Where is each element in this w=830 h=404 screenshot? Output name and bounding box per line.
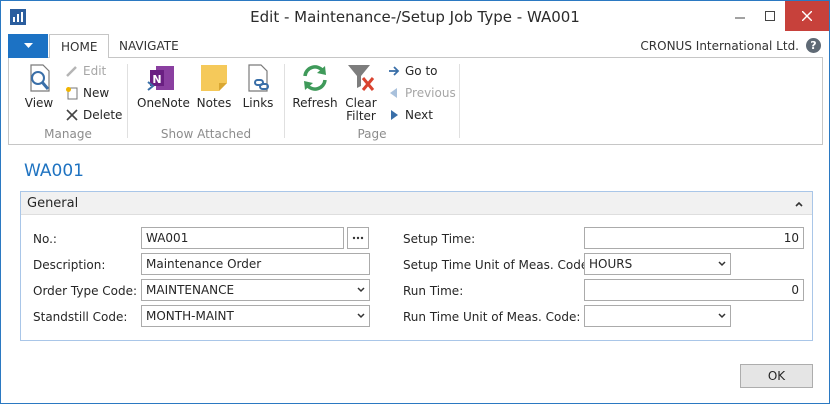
description-field[interactable]: Maintenance Order bbox=[141, 253, 370, 275]
close-button[interactable] bbox=[785, 1, 829, 31]
view-button[interactable]: View bbox=[17, 62, 61, 110]
application-menu-button[interactable] bbox=[8, 34, 48, 58]
new-button[interactable]: New bbox=[65, 84, 109, 102]
setup-time-uom-label: Setup Time Unit of Meas. Code: bbox=[403, 258, 593, 272]
pencil-icon bbox=[66, 66, 77, 77]
notes-icon bbox=[201, 65, 227, 91]
next-label: Next bbox=[405, 108, 433, 122]
ribbon-tabs: HOME NAVIGATE CRONUS International Ltd. … bbox=[8, 34, 823, 59]
clear-filter-icon bbox=[348, 65, 375, 91]
delete-icon bbox=[66, 109, 78, 121]
group-page: Refresh Clear Filter Go to Previous Next… bbox=[285, 58, 459, 144]
refresh-label: Refresh bbox=[292, 96, 338, 110]
links-icon bbox=[248, 64, 269, 92]
group-page-label: Page bbox=[357, 127, 387, 141]
go-to-label: Go to bbox=[405, 64, 438, 78]
group-manage: View Edit New Delete Manage bbox=[9, 58, 127, 144]
edit-window: Edit - Maintenance-/Setup Job Type - WA0… bbox=[0, 0, 830, 404]
notes-button[interactable]: Notes bbox=[194, 62, 234, 110]
new-document-icon bbox=[66, 87, 78, 100]
edit-button[interactable]: Edit bbox=[65, 62, 106, 80]
no-field[interactable]: WA001 bbox=[141, 227, 344, 249]
run-time-label: Run Time: bbox=[403, 284, 464, 298]
view-label: View bbox=[24, 96, 54, 110]
close-icon bbox=[802, 11, 812, 21]
clear-filter-label-1: Clear bbox=[345, 96, 377, 110]
order-type-code-select[interactable]: MAINTENANCE bbox=[141, 279, 370, 301]
setup-time-uom-select[interactable]: HOURS bbox=[584, 253, 731, 275]
caret-down-icon bbox=[23, 43, 33, 48]
chevron-down-icon[interactable] bbox=[356, 311, 366, 321]
clear-filter-label-2: Filter bbox=[346, 109, 376, 123]
setup-time-field[interactable]: 10 bbox=[584, 227, 804, 249]
ok-button[interactable]: OK bbox=[740, 364, 813, 388]
delete-label: Delete bbox=[83, 108, 123, 122]
links-label: Links bbox=[242, 96, 274, 110]
maximize-button[interactable] bbox=[755, 1, 785, 31]
previous-button[interactable]: Previous bbox=[387, 84, 456, 102]
previous-label: Previous bbox=[405, 86, 456, 100]
delete-button[interactable]: Delete bbox=[65, 106, 122, 124]
window-title: Edit - Maintenance-/Setup Job Type - WA0… bbox=[250, 8, 580, 26]
links-button[interactable]: Links bbox=[240, 62, 276, 110]
standstill-code-label: Standstill Code: bbox=[33, 310, 128, 324]
maximize-icon bbox=[765, 11, 775, 21]
standstill-code-value: MONTH-MAINT bbox=[146, 309, 234, 323]
ribbon-separator bbox=[459, 64, 460, 138]
group-show-attached: N OneNote Notes Links Show Attached bbox=[128, 58, 284, 144]
minimize-icon bbox=[735, 17, 745, 19]
assist-edit-button[interactable] bbox=[347, 227, 369, 249]
chevron-down-icon[interactable] bbox=[356, 285, 366, 295]
general-fasttab: General No.: WA001 Description: Maintena… bbox=[20, 191, 813, 341]
group-manage-label: Manage bbox=[44, 127, 92, 141]
tab-navigate[interactable]: NAVIGATE bbox=[108, 34, 190, 59]
chevron-down-icon[interactable] bbox=[717, 311, 727, 321]
ellipsis-icon bbox=[352, 236, 364, 240]
chevron-up-icon[interactable] bbox=[794, 199, 804, 209]
standstill-code-select[interactable]: MONTH-MAINT bbox=[141, 305, 370, 327]
new-label: New bbox=[83, 86, 110, 100]
general-fasttab-title: General bbox=[27, 196, 79, 211]
onenote-label: OneNote bbox=[137, 96, 190, 110]
refresh-button[interactable]: Refresh bbox=[290, 62, 340, 110]
onenote-icon: N bbox=[147, 66, 174, 91]
tab-home[interactable]: HOME bbox=[49, 34, 110, 59]
record-title: WA001 bbox=[24, 161, 84, 181]
setup-time-uom-value: HOURS bbox=[589, 257, 633, 271]
clear-filter-button[interactable]: Clear Filter bbox=[343, 62, 379, 123]
run-time-uom-select[interactable] bbox=[584, 305, 731, 327]
triangle-right-icon bbox=[391, 110, 398, 120]
no-label: No.: bbox=[33, 232, 57, 246]
view-icon bbox=[30, 64, 50, 92]
title-bar: Edit - Maintenance-/Setup Job Type - WA0… bbox=[1, 1, 829, 33]
run-time-field[interactable]: 0 bbox=[584, 279, 804, 301]
edit-label: Edit bbox=[83, 64, 107, 78]
description-label: Description: bbox=[33, 258, 106, 272]
triangle-left-icon bbox=[390, 88, 397, 98]
help-icon[interactable]: ? bbox=[806, 38, 821, 53]
refresh-icon bbox=[303, 65, 327, 91]
arrow-right-icon bbox=[389, 66, 400, 76]
go-to-button[interactable]: Go to bbox=[387, 62, 438, 80]
ribbon: View Edit New Delete Manage N OneNote No… bbox=[8, 58, 823, 145]
run-time-uom-label: Run Time Unit of Meas. Code: bbox=[403, 310, 581, 324]
svg-text:N: N bbox=[152, 73, 161, 86]
notes-label: Notes bbox=[196, 96, 232, 110]
chevron-down-icon[interactable] bbox=[717, 259, 727, 269]
setup-time-label: Setup Time: bbox=[403, 232, 476, 246]
company-name[interactable]: CRONUS International Ltd. bbox=[640, 39, 799, 53]
order-type-code-label: Order Type Code: bbox=[33, 284, 138, 298]
next-button[interactable]: Next bbox=[387, 106, 433, 124]
onenote-button[interactable]: N OneNote bbox=[137, 62, 190, 110]
order-type-code-value: MAINTENANCE bbox=[146, 283, 235, 297]
minimize-button[interactable] bbox=[725, 1, 755, 31]
general-fasttab-header[interactable]: General bbox=[21, 192, 812, 215]
group-show-attached-label: Show Attached bbox=[160, 127, 252, 141]
